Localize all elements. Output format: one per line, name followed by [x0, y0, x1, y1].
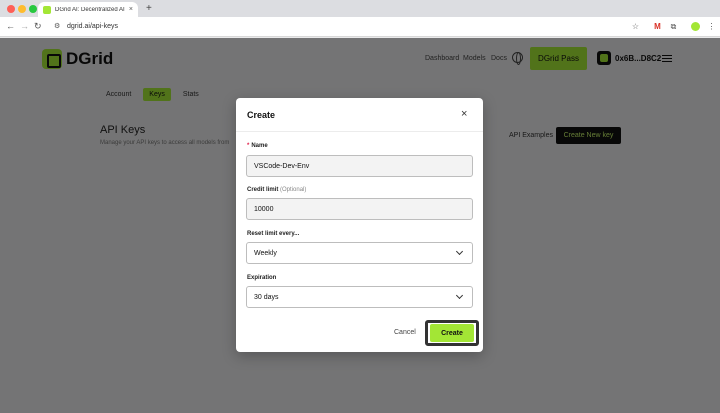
reset-limit-value: Weekly [254, 249, 277, 257]
chevron-down-icon [455, 247, 464, 256]
name-input-value: VSCode-Dev-Env [254, 162, 310, 170]
required-mark: * [247, 143, 250, 149]
star-icon[interactable]: ☆ [630, 21, 641, 32]
credit-limit-label-text: Credit limit [247, 187, 279, 193]
maximize-window-button[interactable] [29, 5, 37, 13]
credit-limit-input[interactable]: 10000 [246, 198, 473, 220]
credit-limit-label: Credit limit (Optional) [247, 187, 306, 193]
optional-hint: (Optional) [280, 187, 307, 193]
address-bar[interactable]: dgrid.ai/api-keys [67, 22, 118, 32]
expiration-select[interactable]: 30 days [246, 286, 473, 308]
cancel-button[interactable]: Cancel [394, 329, 416, 336]
reset-limit-label: Reset limit every... [247, 231, 300, 237]
browser-tab-bar: DGrid AI: Decentralized AI Inf × + [0, 0, 720, 17]
reset-limit-select[interactable]: Weekly [246, 242, 473, 264]
profile-icon[interactable] [691, 22, 700, 31]
menu-icon[interactable]: ⋮ [706, 21, 717, 32]
browser-tab[interactable]: DGrid AI: Decentralized AI Inf × [38, 2, 138, 17]
browser-toolbar: ← → ↻ ⚙ dgrid.ai/api-keys ☆ M ⧉ ⋮ [0, 17, 720, 37]
close-icon[interactable]: × [461, 108, 467, 120]
expiration-value: 30 days [254, 293, 279, 301]
name-input[interactable]: VSCode-Dev-Env [246, 155, 473, 177]
tab-close-icon[interactable]: × [129, 6, 133, 13]
chevron-down-icon [455, 291, 464, 300]
credit-limit-value: 10000 [254, 205, 274, 213]
modal-header: Create × [236, 98, 483, 132]
create-button[interactable]: Create [430, 324, 474, 342]
site-info-icon[interactable]: ⚙ [54, 22, 64, 32]
create-key-modal: Create × * Name VSCode-Dev-Env Credit lim… [236, 98, 483, 352]
gmail-icon[interactable]: M [652, 21, 663, 32]
close-window-button[interactable] [7, 5, 15, 13]
name-label: * Name [247, 143, 268, 149]
favicon-icon [43, 5, 51, 14]
new-tab-button[interactable]: + [146, 2, 152, 15]
modal-title: Create [247, 110, 276, 120]
back-icon[interactable]: ← [6, 21, 15, 32]
extensions-icon[interactable]: ⧉ [668, 21, 679, 32]
minimize-window-button[interactable] [18, 5, 26, 13]
name-label-text: Name [251, 143, 268, 149]
reload-icon[interactable]: ↻ [34, 21, 42, 32]
tab-title: DGrid AI: Decentralized AI Inf [55, 6, 125, 13]
expiration-label: Expiration [247, 275, 277, 281]
forward-icon[interactable]: → [20, 21, 29, 32]
